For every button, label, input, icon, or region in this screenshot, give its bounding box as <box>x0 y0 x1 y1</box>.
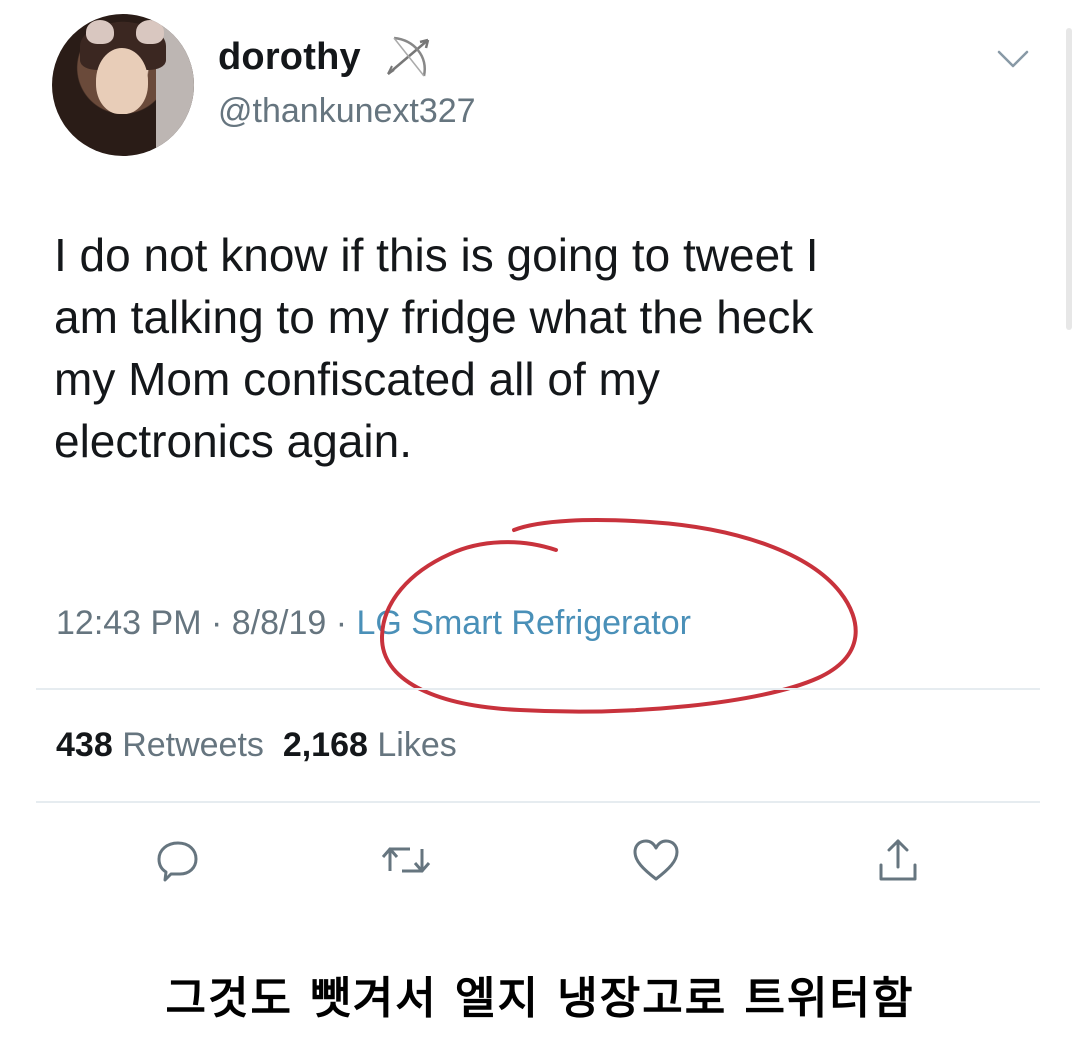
heart-icon <box>633 839 679 881</box>
tweet-card: dorothy @thankunext327 I do not know if … <box>0 0 1080 915</box>
reply-button[interactable] <box>148 830 208 890</box>
share-button[interactable] <box>868 830 928 890</box>
tweet-actions <box>0 830 1080 890</box>
display-name[interactable]: dorothy <box>218 36 361 79</box>
tweet-timestamp[interactable]: 12:43 PM · 8/8/19 <box>56 604 326 642</box>
chevron-down-icon[interactable] <box>996 48 1030 70</box>
retweet-button[interactable] <box>376 830 436 890</box>
tweet-meta: 12:43 PM · 8/8/19 · LG Smart Refrigerato… <box>56 604 691 643</box>
retweet-count[interactable]: 438 <box>56 726 113 764</box>
like-count[interactable]: 2,168 <box>283 726 368 764</box>
tweet-stats: 438 Retweets 2,168 Likes <box>56 726 457 765</box>
like-label[interactable]: Likes <box>377 726 456 764</box>
caption-text: 그것도 뺏겨서 엘지 냉장고로 트위터함 <box>165 973 915 1024</box>
tweet-text: I do not know if this is going to tweet … <box>54 229 819 467</box>
bow-and-arrow-icon <box>387 36 430 77</box>
avatar[interactable] <box>52 14 194 156</box>
reply-icon <box>157 841 198 882</box>
divider <box>36 801 1040 803</box>
retweet-icon <box>381 847 431 873</box>
like-button[interactable] <box>626 830 686 890</box>
scrollbar[interactable] <box>1066 28 1072 330</box>
source-separator: · <box>326 604 357 642</box>
tweet-source[interactable]: LG Smart Refrigerator <box>357 604 691 642</box>
divider <box>36 688 1040 690</box>
user-handle[interactable]: @thankunext327 <box>218 92 476 131</box>
retweet-label[interactable]: Retweets <box>122 726 264 764</box>
share-icon <box>879 839 917 881</box>
